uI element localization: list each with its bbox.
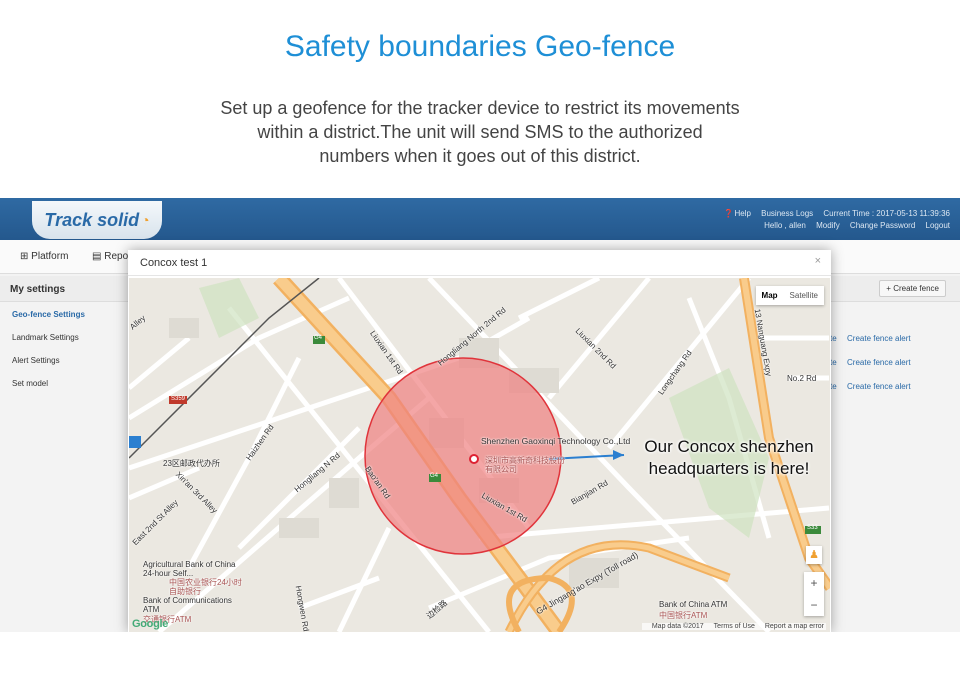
callout-line-2: headquarters is here! <box>648 459 810 478</box>
change-password-link[interactable]: Change Password <box>850 221 915 230</box>
place-cn-label: 深圳市高新奇科技股份有限公司 <box>485 456 565 474</box>
description-line-2: within a district.The unit will send SMS… <box>257 122 703 142</box>
map-icon: ⊞ <box>20 251 29 262</box>
menu-landmark-settings[interactable]: Landmark Settings <box>12 333 85 356</box>
route-shield: S33 <box>807 525 818 531</box>
current-time: Current Time : 2017-05-13 11:39:36 <box>823 209 950 218</box>
top-bar-links: ❓Help Business Logs Current Time : 2017-… <box>715 208 950 232</box>
menu-set-model[interactable]: Set model <box>12 379 85 402</box>
nav-report-label: Repo <box>104 251 129 262</box>
app-screenshot: Track solid ◔ ❓Help Business Logs Curren… <box>0 198 960 632</box>
bank-label: Bank of Communications ATM <box>143 596 232 614</box>
zoom-in-button[interactable]: + <box>804 572 824 594</box>
map-type-control: Map Satellite <box>755 286 824 305</box>
callout-line-1: Our Concox shenzhen <box>644 437 814 456</box>
map-type-satellite-button[interactable]: Satellite <box>784 286 824 305</box>
logo-swoosh-icon: ◔ <box>141 212 150 228</box>
create-fence-button[interactable]: + Create fence <box>879 280 946 297</box>
bank-cn-label: 中国银行ATM <box>659 611 708 620</box>
nav-platform-label: Platform <box>31 251 69 262</box>
menu-alert-settings[interactable]: Alert Settings <box>12 356 85 379</box>
route-shield: G4 <box>430 473 439 479</box>
create-fence-alert-link[interactable]: Create fence alert <box>847 382 911 391</box>
page-title: Safety boundaries Geo-fence <box>284 30 676 63</box>
zoom-control: + − <box>804 572 824 616</box>
create-fence-alert-link[interactable]: Create fence alert <box>847 358 911 367</box>
pegman-icon[interactable]: ♟ <box>806 546 822 564</box>
route-shield: G4 <box>314 335 323 341</box>
report-icon: ▤ <box>92 251 102 262</box>
terms-link[interactable]: Terms of Use <box>714 623 755 630</box>
bank-label: Bank of China ATM <box>659 600 728 609</box>
top-bar: Track solid ◔ ❓Help Business Logs Curren… <box>0 198 960 240</box>
user-greeting: Hello , allen <box>764 221 806 230</box>
page-description: Set up a geofence for the tracker device… <box>0 96 960 168</box>
close-icon[interactable]: × <box>815 255 821 267</box>
alert-separator: te <box>830 382 837 391</box>
create-fence-alert-link[interactable]: Create fence alert <box>847 334 911 343</box>
modal-title: Concox test 1 <box>140 257 208 269</box>
map-attribution: Map data ©2017 Terms of Use Report a map… <box>641 623 826 630</box>
road-label: No.2 Rd <box>787 374 817 383</box>
tracksolid-logo: Track solid <box>44 209 140 230</box>
google-logo: Google <box>132 618 169 630</box>
description-line-3: numbers when it goes out of this distric… <box>319 146 641 166</box>
nav-platform[interactable]: ⊞ Platform <box>20 251 68 262</box>
help-link[interactable]: Help <box>734 209 750 218</box>
nav-report[interactable]: ▤ Repo <box>92 251 128 262</box>
bank-label: Agricultural Bank of China 24-hour Self.… <box>143 560 236 578</box>
description-line-1: Set up a geofence for the tracker device… <box>220 98 740 118</box>
alert-separator: te <box>830 358 837 367</box>
post-office-label: 23区邮政代办所 <box>163 459 220 468</box>
route-shield: S359 <box>171 396 186 402</box>
bank-cn-label: 中国农业银行24小时自助银行 <box>169 578 242 596</box>
map-data-text: Map data ©2017 <box>651 623 704 630</box>
alert-separator: te <box>830 334 837 343</box>
settings-title: My settings <box>10 284 66 295</box>
modify-link[interactable]: Modify <box>816 221 840 230</box>
logo-tab[interactable]: Track solid ◔ <box>32 201 162 239</box>
settings-menu: Geo-fence Settings Landmark Settings Ale… <box>12 310 85 402</box>
modal-header: Concox test 1 × <box>128 250 831 276</box>
report-error-link[interactable]: Report a map error <box>765 623 824 630</box>
place-name-label: Shenzhen Gaoxinqi Technology Co.,Ltd <box>481 436 631 446</box>
logout-link[interactable]: Logout <box>926 221 950 230</box>
map-type-map-button[interactable]: Map <box>756 286 784 305</box>
business-logs-link[interactable]: Business Logs <box>761 209 813 218</box>
menu-geofence-settings[interactable]: Geo-fence Settings <box>12 310 85 333</box>
help-icon: ❓ <box>723 209 734 218</box>
headquarters-callout: Our Concox shenzhen headquarters is here… <box>624 436 834 480</box>
zoom-out-button[interactable]: − <box>804 594 824 616</box>
